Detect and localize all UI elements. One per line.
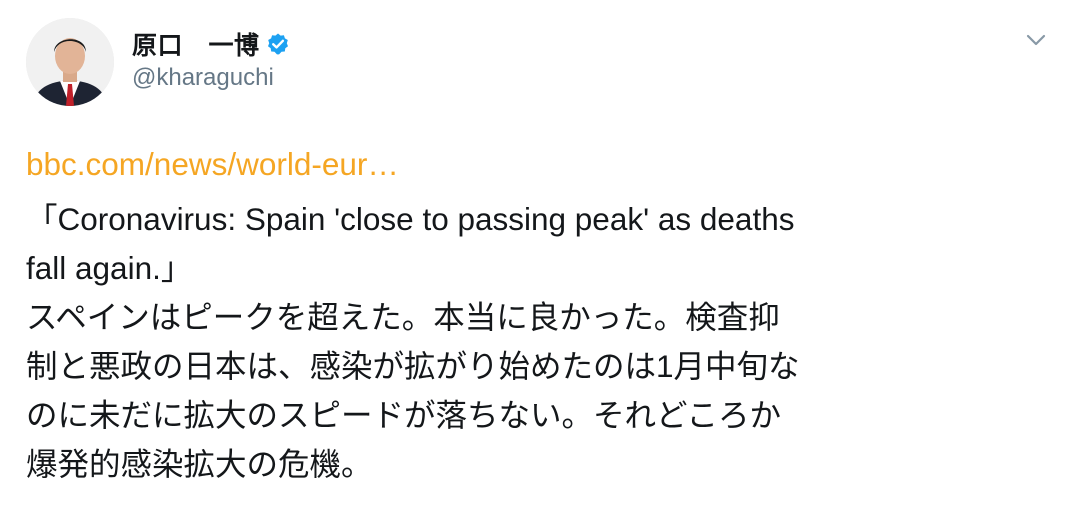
tweet-line: 「Coronavirus: Spain 'close to passing pe… xyxy=(26,201,795,237)
tweet-link[interactable]: bbc.com/news/world-eur… xyxy=(26,140,1056,189)
tweet-line: スペインはピークを超えた。本当に良かった。検査抑 xyxy=(26,299,780,335)
tweet-line: 制と悪政の日本は、感染が拡がり始めたのは1月中旬な xyxy=(26,348,800,384)
tweet-card: 原口 一博 @kharaguchi bbc.com/news/world-eur… xyxy=(0,0,1072,520)
author-handle[interactable]: @kharaguchi xyxy=(132,64,274,92)
author-name-row[interactable]: 原口 一博 xyxy=(132,28,290,60)
tweet-line: fall again.」 xyxy=(26,250,193,286)
avatar[interactable] xyxy=(26,18,114,106)
tweet-text: bbc.com/news/world-eur… 「Coronavirus: Sp… xyxy=(26,140,1056,489)
tweet-line: のに未だに拡大のスピードが落ちない。それどころか xyxy=(26,397,782,433)
author-display-name[interactable]: 原口 一博 xyxy=(132,26,260,62)
tweet-line: 爆発的感染拡大の危機。 xyxy=(26,446,373,482)
verified-badge-icon xyxy=(266,32,290,56)
chevron-down-icon[interactable] xyxy=(1022,28,1050,52)
